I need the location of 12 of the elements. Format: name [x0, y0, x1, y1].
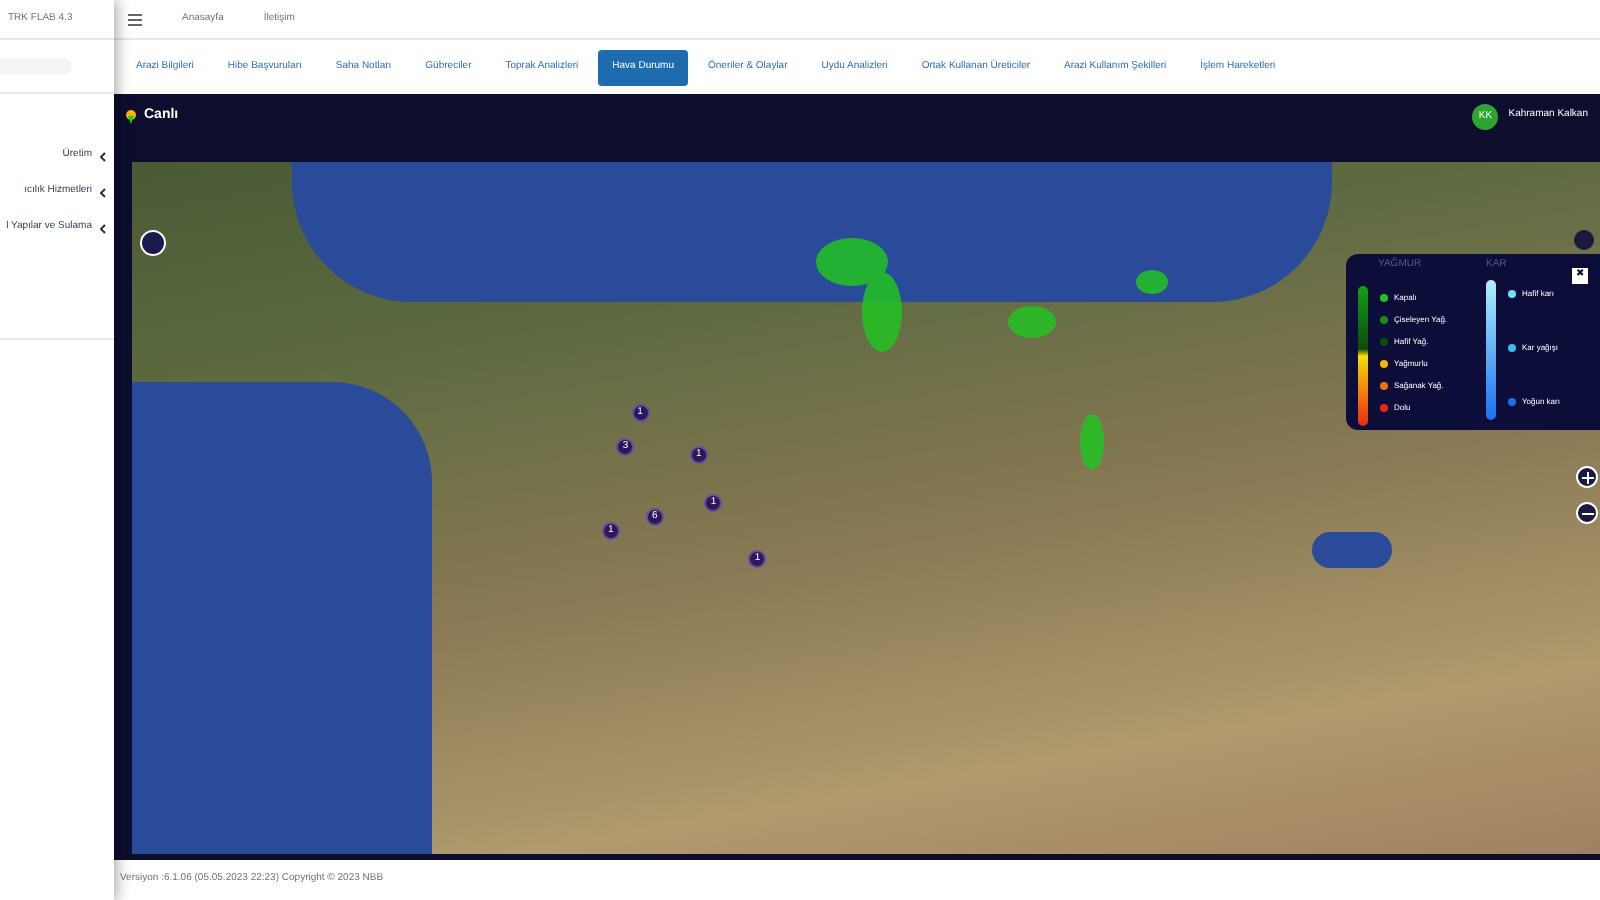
chevron-icon [100, 187, 106, 197]
rain-scale-bar [1358, 285, 1368, 425]
minus-icon [1581, 507, 1593, 519]
lake-area [1312, 532, 1392, 568]
plus-icon [1581, 471, 1593, 483]
chevron-icon [100, 151, 106, 161]
menu-icon[interactable] [128, 13, 142, 25]
chevron-icon [100, 223, 106, 233]
pin-icon [126, 109, 136, 123]
zoom-out-button[interactable] [1576, 502, 1598, 524]
zoom-in-button[interactable] [1576, 466, 1598, 488]
snow-scale-bar [1486, 280, 1496, 420]
